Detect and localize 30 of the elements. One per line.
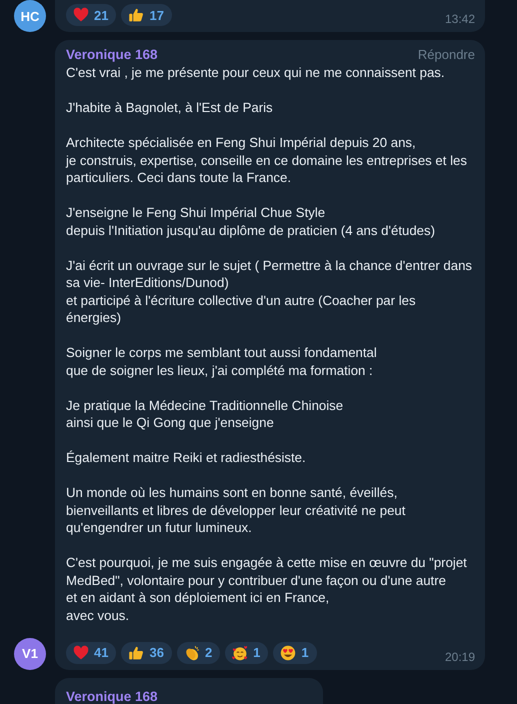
message-paragraph: J'habite à Bagnolet, à l'Est de Paris	[66, 99, 274, 116]
message-paragraph: Soigner le corps me semblant tout aussi fondamental que de soigner les lieux, j'ai complété ma formation :	[66, 344, 378, 379]
reaction-button[interactable]: 41	[66, 642, 116, 664]
user-avatar[interactable]: V1	[14, 638, 46, 670]
author-name[interactable]: Veronique 168	[66, 688, 158, 704]
message-paragraph: Également maitre Reiki et radiesthésiste.	[66, 449, 307, 466]
reaction-button[interactable]: 1	[225, 642, 268, 664]
message-time: 13:42	[444, 12, 475, 26]
heart-eyes-face-icon	[280, 644, 296, 660]
message-paragraph: J'ai écrit un ouvrage sur le sujet ( Permettre à la chance d'entrer dans sa vie- InterEditions/Dunod) et participé à l'écriture collective d'un autre (Coacher par les énergies)	[66, 256, 473, 326]
message-paragraph: J'enseigne le Feng Shui Impérial Chue Style depuis l'Initiation jusqu'au diplôme de praticien (4 ans d'études)	[66, 204, 436, 239]
reaction-button[interactable]: 2	[176, 642, 220, 664]
reaction-button[interactable]: 21	[66, 4, 116, 26]
thumbs-up-icon	[128, 7, 144, 23]
message-paragraph: Je pratique la Médecine Traditionnelle Chinoise ainsi que le Qi Gong que j'enseigne	[66, 396, 344, 432]
thumbs-up-icon	[128, 644, 144, 660]
heart-icon	[73, 7, 89, 23]
author-name[interactable]: Veronique 168	[66, 46, 158, 64]
reaction-button[interactable]: 17	[121, 4, 172, 26]
message-paragraph: C'est vrai , je me présente pour ceux qui ne me connaissent pas.	[66, 64, 446, 82]
message-time: 20:19	[444, 650, 475, 664]
reaction-button[interactable]: 36	[121, 642, 172, 664]
reaction-button[interactable]: 1	[273, 642, 317, 664]
smiling-face-with-hearts-icon	[232, 644, 248, 660]
heart-icon	[73, 644, 89, 660]
message-paragraph: C'est pourquoi, je me suis engagée à cette mise en œuvre du "projet MedBed", volontaire pour y contribuer d'une façon ou d'une autre et en aidant à son déploiement ici en France, avec vous.	[66, 554, 468, 624]
user-avatar[interactable]: HC	[14, 0, 46, 32]
message-paragraph: Un monde où les humains sont en bonne santé, éveillés, bienveillants et libres de développer leur créativité ne peut qu'engendrer un futur lumineux.	[66, 484, 406, 536]
reply-link[interactable]: Répondre	[418, 47, 475, 62]
message-paragraph: Architecte spécialisée en Feng Shui Impérial depuis 20 ans, je construis, expertise, conseille en ce domaine les entreprises et les particuliers. Ceci dans toute la France.	[66, 134, 468, 186]
